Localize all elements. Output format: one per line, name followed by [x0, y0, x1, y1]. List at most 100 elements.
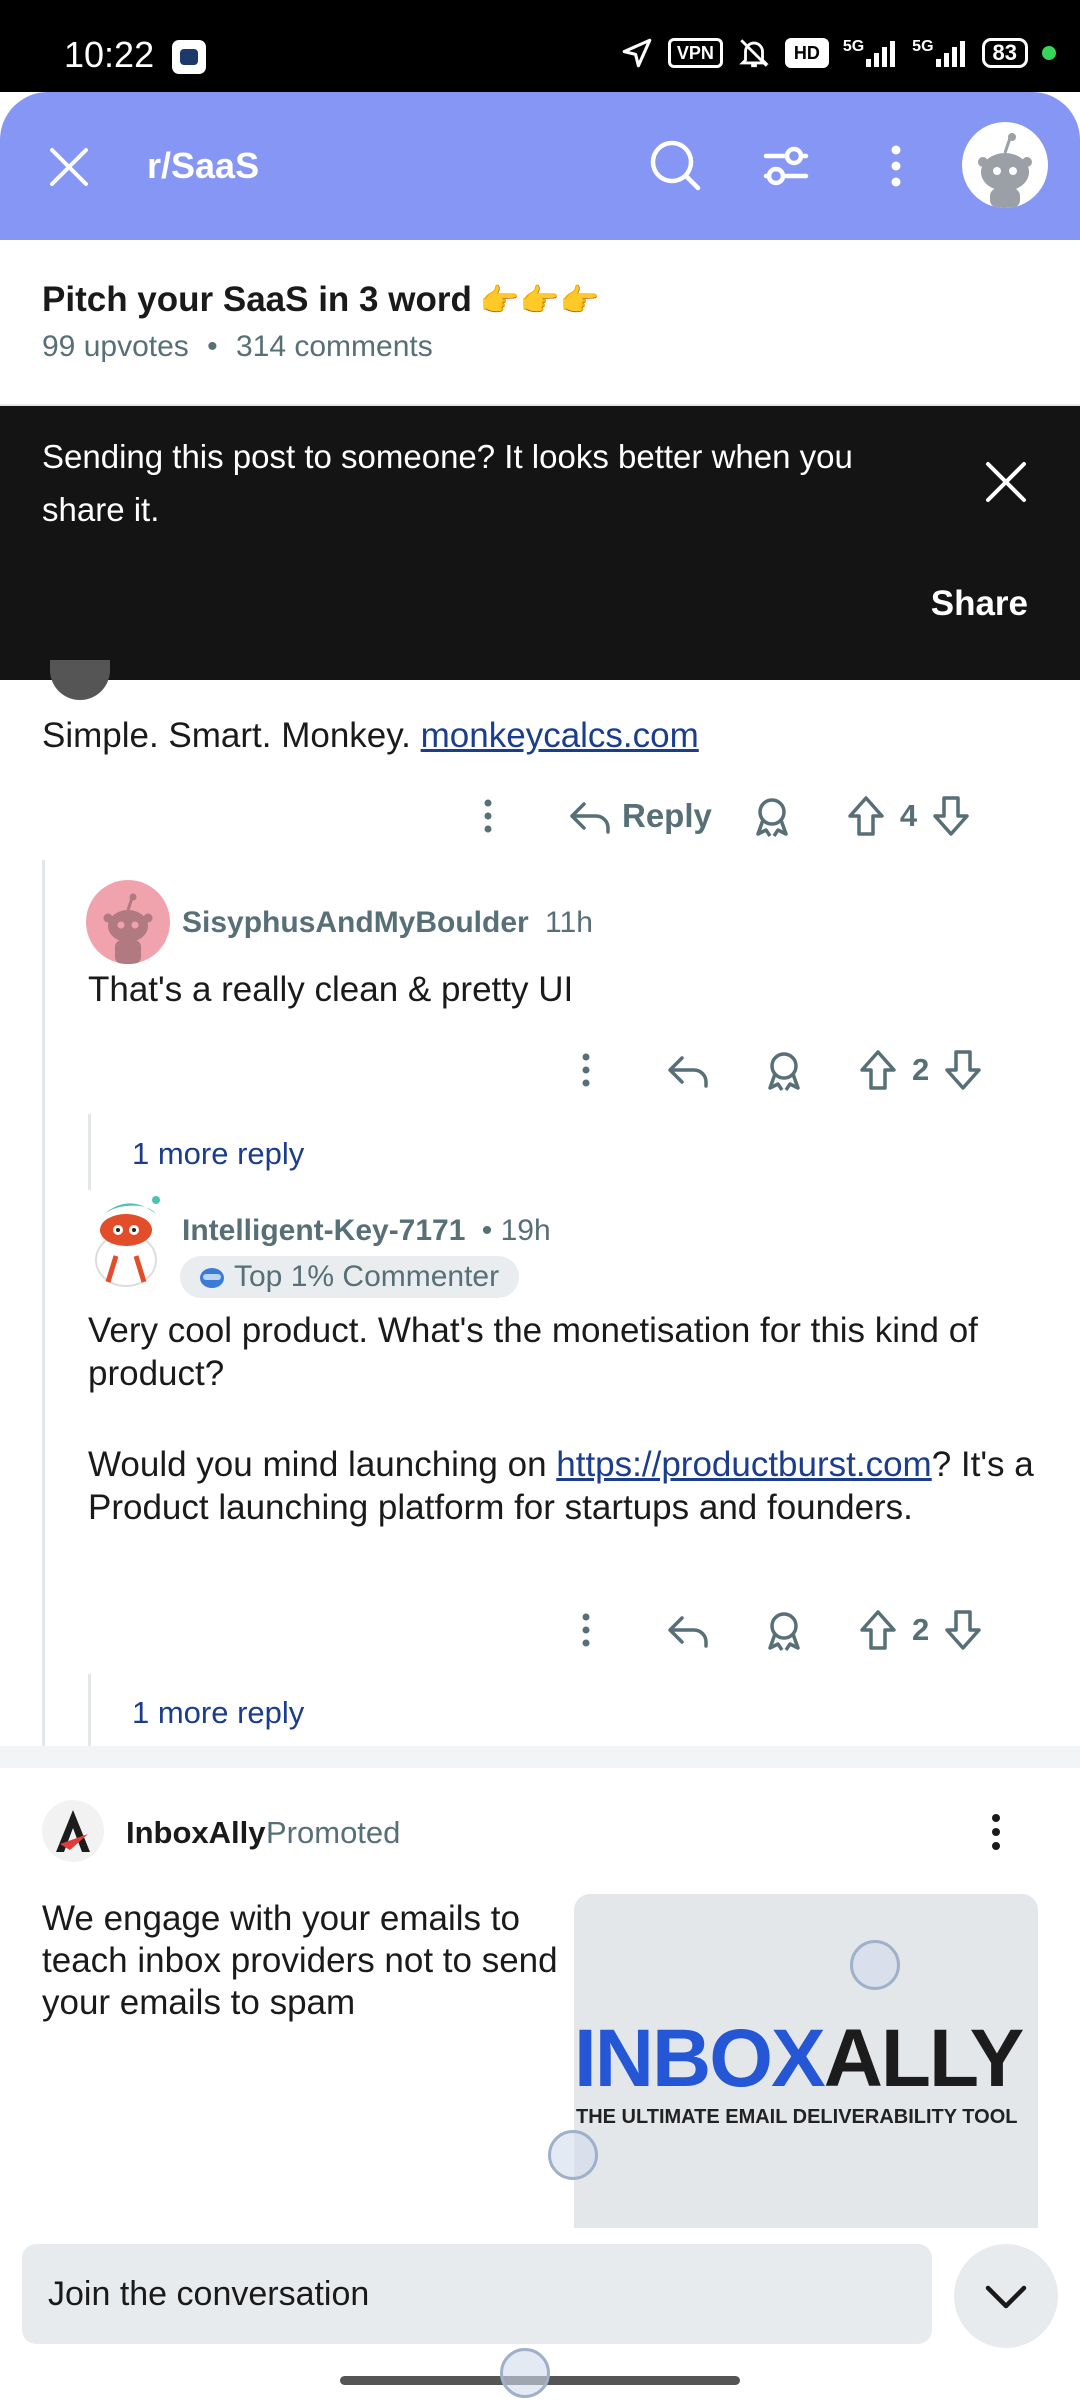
subreddit-name[interactable]: r/SaaS	[147, 145, 259, 187]
promo-more-icon[interactable]	[976, 1806, 1016, 1858]
toast-message: Sending this post to someone? It looks b…	[42, 438, 853, 528]
downvote-icon[interactable]	[939, 1046, 987, 1094]
signal-5g-icon-2: 5G	[912, 39, 967, 67]
search-icon[interactable]	[642, 132, 710, 200]
touch-indicator	[500, 2348, 550, 2398]
promoted-label: Promoted	[266, 1815, 401, 1850]
more-replies-link[interactable]: 1 more reply	[132, 1695, 304, 1731]
downvote-icon[interactable]	[927, 792, 975, 840]
upvote-icon[interactable]	[854, 1046, 902, 1094]
comment-more-icon[interactable]	[464, 792, 512, 840]
bell-muted-icon	[739, 39, 769, 68]
subreddit-header: r/SaaS	[0, 92, 1080, 240]
snoo-avatar-icon	[103, 893, 153, 964]
comment-1-text: Simple. Smart. Monkey.	[42, 716, 421, 755]
pointing-hands-emoji: 👉👉👉	[479, 282, 600, 318]
vote-count: 2	[912, 1612, 930, 1647]
thread-line-3	[88, 1674, 91, 1746]
comment-2-author[interactable]: SisyphusAndMyBoulder 11h	[182, 906, 593, 940]
comment-3-actions: 2	[562, 1606, 987, 1654]
user-avatar[interactable]	[962, 122, 1048, 208]
post-upvotes: 99 upvotes	[42, 330, 189, 363]
close-icon[interactable]	[44, 142, 94, 192]
bottom-bar: Join the conversation	[0, 2228, 1080, 2400]
comment-3-link[interactable]: https://productburst.com	[556, 1445, 931, 1484]
join-conversation-input[interactable]: Join the conversation	[22, 2244, 932, 2344]
comment-2-text: That's a really clean & pretty UI	[88, 970, 574, 1009]
reply-icon[interactable]	[664, 1046, 712, 1094]
share-button[interactable]: Share	[931, 584, 1028, 624]
comment-3-username: Intelligent-Key-7171	[182, 1214, 466, 1247]
comment-2-actions: 2	[562, 1046, 987, 1094]
reply-icon	[570, 802, 610, 834]
share-toast: Sending this post to someone? It looks b…	[0, 406, 1080, 680]
comment-3-text-prefix: Would you mind launching on	[88, 1445, 557, 1484]
thread-line-2	[88, 1114, 91, 1190]
award-icon[interactable]	[760, 1606, 808, 1654]
promo-image[interactable]: INBOXALLY THE ULTIMATE EMAIL DELIVERABIL…	[574, 1894, 1038, 2230]
privacy-dot-icon	[1042, 46, 1056, 60]
more-replies-link[interactable]: 1 more reply	[132, 1136, 304, 1172]
post-comment-count: 314 comments	[235, 330, 433, 363]
thread-line	[42, 860, 45, 1746]
more-options-icon[interactable]	[862, 132, 930, 200]
promo-text: We engage with your emails to teach inbo…	[42, 1899, 558, 2022]
comment-avatar-partial	[50, 660, 110, 700]
post-title: Pitch your SaaS in 3 word 👉👉👉	[42, 280, 599, 320]
vote-count: 4	[899, 798, 918, 833]
signal-5g-icon-1: 5G	[843, 39, 898, 67]
post-title-text: Pitch your SaaS in 3 word	[42, 280, 472, 319]
toast-close-icon[interactable]	[980, 456, 1032, 508]
touch-indicator	[850, 1940, 900, 1990]
comment-1-link[interactable]: monkeycalcs.com	[421, 716, 699, 755]
post-meta: 99 upvotes • 314 comments	[42, 330, 433, 364]
location-arrow-icon	[622, 38, 652, 68]
chevron-down-icon	[985, 2285, 1027, 2309]
comment-3-avatar[interactable]	[86, 1186, 170, 1290]
snoo-avatar-icon	[978, 133, 1032, 208]
downvote-icon[interactable]	[939, 1606, 987, 1654]
reply-label: Reply	[622, 797, 712, 834]
vote-count: 2	[912, 1052, 930, 1087]
comment-2-username: SisyphusAndMyBoulder	[182, 906, 529, 939]
comment-3-text-p2: Would you mind launching on https://prod…	[88, 1443, 1038, 1529]
comment-3-author[interactable]: Intelligent-Key-7171 • 19h	[182, 1214, 551, 1248]
award-icon[interactable]	[760, 1046, 808, 1094]
comment-2-avatar[interactable]	[86, 880, 170, 964]
advertiser-logo[interactable]	[42, 1800, 104, 1862]
inboxally-wordmark: INBOXALLY	[574, 2012, 1038, 2106]
vpn-icon: VPN	[667, 38, 723, 68]
comment-2-time: 11h	[545, 906, 593, 939]
advertiser-name[interactable]: InboxAlly	[126, 1815, 266, 1851]
status-time: 10:22	[64, 34, 155, 75]
inboxally-logo-icon	[56, 1810, 90, 1852]
reply-icon[interactable]	[664, 1606, 712, 1654]
section-separator	[0, 1746, 1080, 1768]
badge-label: Top 1% Commenter	[234, 1260, 500, 1293]
status-icons: VPN HD 5G 5G 83	[620, 36, 1056, 70]
hd-icon: HD	[784, 38, 829, 68]
upvote-icon[interactable]	[854, 1606, 902, 1654]
sort-filter-icon[interactable]	[752, 132, 820, 200]
reply-button[interactable]: Reply	[566, 792, 712, 840]
collapse-button[interactable]	[954, 2244, 1058, 2348]
wordmark-blue: INBOX	[574, 2013, 826, 2104]
battery-icon: 83	[981, 38, 1028, 68]
notification-app-icon	[172, 40, 206, 74]
comment-1-body: Simple. Smart. Monkey. monkeycalcs.com	[42, 714, 699, 757]
touch-indicator	[548, 2130, 598, 2180]
comment-more-icon[interactable]	[562, 1046, 610, 1094]
comment-3-text-p1: Very cool product. What's the monetisati…	[88, 1311, 978, 1393]
status-bar: 10:22 VPN HD 5G 5G 83	[0, 0, 1080, 92]
comment-3-time: • 19h	[481, 1214, 551, 1247]
commenter-badge: Top 1% Commenter	[180, 1256, 520, 1298]
comment-1-actions: Reply 4	[464, 792, 975, 840]
award-icon[interactable]	[748, 792, 796, 840]
upvote-icon[interactable]	[842, 792, 890, 840]
wordmark-tagline: THE ULTIMATE EMAIL DELIVERABILITY TOOL	[576, 2106, 1018, 2128]
wordmark-dark: ALLY	[823, 2013, 1025, 2104]
meta-separator: •	[207, 330, 218, 363]
snoo-face-icon	[200, 1268, 224, 1288]
snoo-avatar-icon	[95, 1196, 160, 1287]
comment-more-icon[interactable]	[562, 1606, 610, 1654]
